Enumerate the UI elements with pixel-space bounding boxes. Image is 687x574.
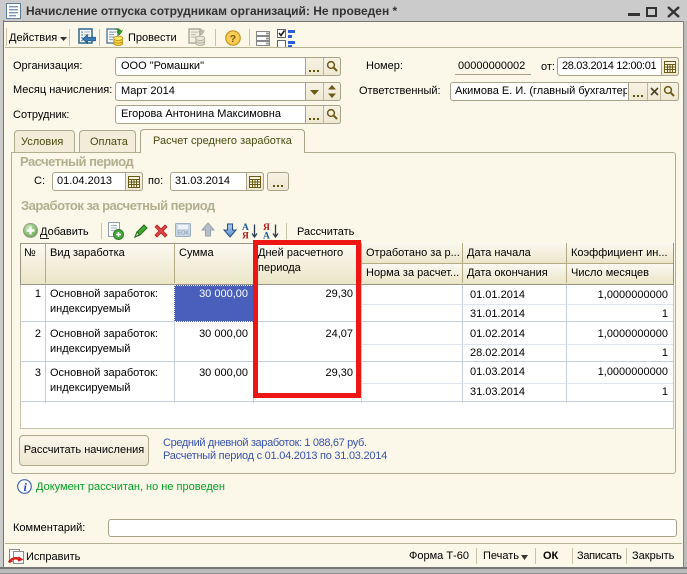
svg-text:А: А — [263, 232, 270, 240]
svg-text:Я: Я — [242, 232, 249, 240]
svg-text:ЕОК: ЕОК — [177, 231, 189, 237]
svg-text:?: ? — [230, 33, 236, 45]
